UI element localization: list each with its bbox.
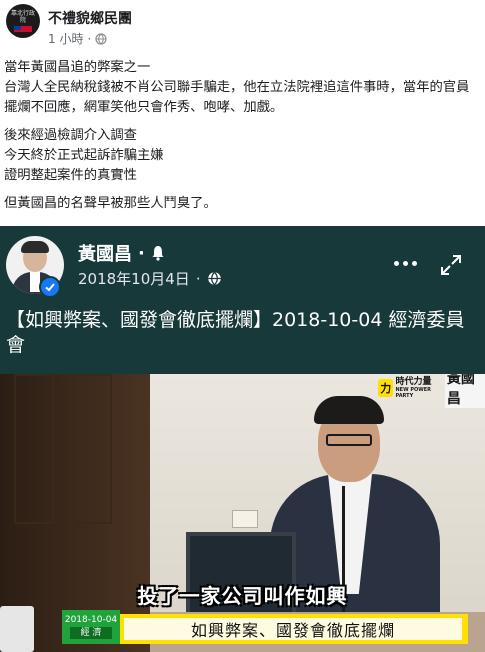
page-name-link[interactable]: 不禮貌鄉民團 [48,8,132,28]
flag-icon [14,26,32,32]
video-outlet [232,510,258,528]
more-dots-icon[interactable] [394,256,422,270]
video-wall-panel [14,374,54,524]
shared-video-card[interactable]: 黃國昌 · 2018年10月4日 · 【如興弊案、國發會徹底擺爛】2018-10… [0,226,485,652]
party-name: 時代力量 [395,376,432,387]
video-player[interactable]: 力 時代力量 NEW POWER PARTY 黃國昌 投了一家公司叫作如興 如興… [0,374,485,652]
avatar-text: 靠北行政院 [10,10,35,24]
shared-date: 2018年10月4日 · [78,268,222,289]
globe-icon[interactable] [95,32,107,45]
bell-icon[interactable] [151,245,165,261]
post-paragraph: 證明整起案件的真實性 [4,168,137,183]
post-paragraph: 但黃國昌的名聲早被那些人鬥臭了。 [4,196,217,211]
lower-third-title: 如興弊案、國發會徹底擺爛 [124,618,462,640]
post-paragraph: 後來經過檢調介入調查 [4,128,137,143]
badge-label: 經 濟 [70,627,112,639]
video-laptop [0,606,34,652]
badge-date: 2018-10-04 [64,615,118,625]
video-subtitle: 投了一家公司叫作如興 [137,584,348,608]
post-paragraph: 當年黃國昌追的弊案之一 [4,60,151,75]
speaker-name-tag: 黃國昌 [444,374,485,408]
video-wall-panel [72,374,112,524]
post-body: 當年黃國昌追的弊案之一 台灣人全民納稅錢被不肖公司聯手騙走，他在立法院裡追這件事… [4,58,482,214]
video-speaker-glasses [326,434,372,446]
party-logo-text: 時代力量 NEW POWER PARTY [395,376,442,399]
post-meta: 1 小時 · [48,30,107,47]
party-logo-mark: 力 [378,379,394,397]
date-separator: · [195,269,201,288]
party-name-en: NEW POWER PARTY [395,386,432,399]
post-paragraph: 台灣人全民納稅錢被不肖公司聯手騙走，他在立法院裡追這件事時，當年的官員擺爛不回應… [4,80,470,115]
verified-check-icon [39,276,61,298]
post-header: 靠北行政院 不禮貌鄉民團 1 小時 · [0,0,485,56]
lower-third-bar: 如興弊案、國發會徹底擺爛 [118,614,468,644]
video-speaker-hair [314,396,384,424]
page-avatar[interactable]: 靠北行政院 [6,4,40,38]
post-time-link[interactable]: 1 小時 [48,30,83,47]
post-paragraph: 今天終於正式起訴詐騙主嫌 [4,148,164,163]
shared-video-title[interactable]: 【如興弊案、國發會徹底擺爛】2018-10-04 經濟委員會 [6,308,480,358]
globe-icon[interactable] [207,271,222,286]
avatar-hair [21,241,49,253]
shared-author-name[interactable]: 黃國昌 · [78,240,165,266]
expand-icon[interactable] [440,254,462,276]
party-logo: 力 時代力量 NEW POWER PARTY 黃國昌 [378,374,485,408]
name-separator: · [138,242,145,264]
shared-date-link[interactable]: 2018年10月4日 [78,268,190,289]
date-badge: 2018-10-04 經 濟 [62,610,120,644]
shared-author-name-text[interactable]: 黃國昌 [78,240,132,266]
meta-separator: · [87,31,92,46]
